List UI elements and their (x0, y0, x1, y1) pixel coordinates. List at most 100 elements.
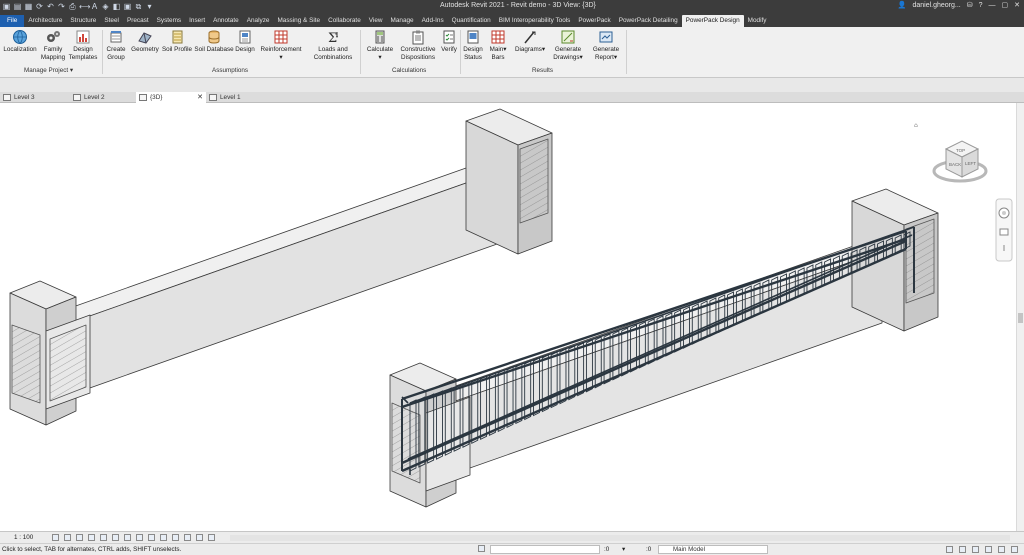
home-icon[interactable]: ⌂ (914, 122, 918, 129)
scale-value[interactable]: 1 : 100 (14, 534, 33, 541)
tab-insert[interactable]: Insert (185, 15, 209, 27)
soil-database-button[interactable]: Soil Database (194, 29, 234, 54)
sync-icon[interactable]: ⟳ (35, 2, 44, 11)
redo-icon[interactable]: ↷ (57, 2, 66, 11)
constructive-dispositions-button[interactable]: Constructive Dispositions (398, 29, 438, 61)
rendering-icon[interactable] (100, 534, 107, 541)
generate-report-button[interactable]: Generate Report▾ (590, 29, 622, 61)
design-templates-button[interactable]: Design Templates (68, 29, 98, 61)
vertical-scrollbar[interactable] (1016, 103, 1024, 531)
undo-icon[interactable]: ↶ (46, 2, 55, 11)
filter-selection-icon[interactable] (1011, 546, 1018, 553)
tab-add-ins[interactable]: Add-Ins (418, 15, 448, 27)
tab-massing-site[interactable]: Massing & Site (273, 15, 324, 27)
tab-modify[interactable]: Modify (744, 15, 771, 27)
analytical-model-icon[interactable] (184, 534, 191, 541)
show-crop-icon[interactable] (124, 534, 131, 541)
design-option-select[interactable]: Main Model (658, 545, 768, 554)
zoom-icon[interactable] (999, 228, 1009, 236)
tab-bim-interoperability[interactable]: BIM Interoperability Tools (495, 15, 575, 27)
close-hidden-icon[interactable]: ▣ (123, 2, 132, 11)
generate-drawings-button[interactable]: Generate Drawings▾ (552, 29, 584, 61)
tab-collaborate[interactable]: Collaborate (324, 15, 365, 27)
calculate-button[interactable]: Calculate ▾ (364, 29, 396, 61)
revit-logo-icon[interactable]: ▣ (2, 2, 11, 11)
tab-view[interactable]: View (365, 15, 387, 27)
loads-combinations-button[interactable]: Σ Loads and Combinations (310, 29, 356, 61)
select-pinned-icon[interactable] (972, 546, 979, 553)
lock-view-icon[interactable] (136, 534, 143, 541)
minimize-icon[interactable]: — (989, 2, 996, 9)
create-group-button[interactable]: Create Group (104, 29, 128, 61)
close-icon[interactable]: ✕ (1014, 1, 1020, 9)
3d-viewport[interactable]: TOP BACK LEFT ⌂ (0, 103, 1016, 531)
tab-powerpack-design[interactable]: PowerPack Design (681, 15, 744, 27)
select-links-icon[interactable] (946, 546, 953, 553)
scroll-thumb[interactable] (1018, 313, 1023, 323)
open-icon[interactable]: ▤ (13, 2, 22, 11)
tab-quantification[interactable]: Quantification (448, 15, 495, 27)
tab-powerpack-detailing[interactable]: PowerPack Detailing (615, 15, 682, 27)
manage-project-panel-label[interactable]: Manage Project ▾ (24, 67, 73, 74)
tab-steel[interactable]: Steel (100, 15, 123, 27)
sigma-icon: Σ (328, 31, 338, 45)
localization-button[interactable]: Localization (2, 29, 38, 54)
cart-icon[interactable]: ⛁ (967, 1, 973, 9)
workset-select[interactable] (490, 545, 600, 554)
design-status-button[interactable]: Design Status (462, 29, 484, 61)
horizontal-scrollbar[interactable] (230, 535, 1010, 541)
verify-button[interactable]: Verify (439, 29, 459, 54)
maximize-icon[interactable]: ▢ (1002, 1, 1009, 9)
qat-dropdown-icon[interactable]: ▾ (145, 2, 154, 11)
view-tab-3d[interactable]: {3D} ✕ (136, 92, 206, 103)
tab-analyze[interactable]: Analyze (243, 15, 274, 27)
family-mapping-button[interactable]: Family Mapping (40, 29, 66, 61)
view-tab-level-3[interactable]: Level 3 (0, 92, 70, 103)
tab-architecture[interactable]: Architecture (24, 15, 66, 27)
save-icon[interactable]: ▦ (24, 2, 33, 11)
worksharing-icon[interactable] (172, 534, 179, 541)
tab-annotate[interactable]: Annotate (209, 15, 243, 27)
signin-icon[interactable]: 👤 (898, 1, 907, 9)
tab-powerpack[interactable]: PowerPack (574, 15, 614, 27)
select-underlay-icon[interactable] (959, 546, 966, 553)
section-icon[interactable]: ◧ (112, 2, 121, 11)
user-name[interactable]: daniel.gheorg... (912, 2, 960, 9)
shadows-icon[interactable] (88, 534, 95, 541)
detail-level-icon[interactable] (52, 534, 59, 541)
main-bars-button[interactable]: Main▾ Bars (486, 29, 510, 61)
constraints-icon[interactable] (208, 534, 215, 541)
model-canvas[interactable]: TOP BACK LEFT ⌂ (0, 103, 1016, 531)
geometry-button[interactable]: Geometry (130, 29, 160, 54)
tab-manage[interactable]: Manage (387, 15, 418, 27)
tab-file[interactable]: File (0, 15, 25, 27)
tab-structure[interactable]: Structure (66, 15, 100, 27)
viewcube[interactable]: TOP BACK LEFT ⌂ (914, 122, 988, 183)
design-button[interactable]: Design (235, 29, 255, 54)
navigation-bar[interactable] (995, 198, 1013, 262)
select-by-face-icon[interactable] (985, 546, 992, 553)
tab-systems[interactable]: Systems (153, 15, 186, 27)
view-tab-level-2[interactable]: Level 2 (70, 92, 136, 103)
switch-windows-icon[interactable]: ⧉ (134, 2, 143, 11)
close-tab-icon[interactable]: ✕ (197, 92, 203, 103)
view-tab-level-1[interactable]: Level 1 (206, 92, 276, 103)
worksets-icon[interactable] (478, 545, 485, 552)
help-button[interactable]: ? (979, 2, 983, 9)
text-icon[interactable]: A (90, 2, 99, 11)
measure-icon[interactable]: ⟷ (79, 2, 90, 11)
reveal-hidden-icon[interactable] (160, 534, 167, 541)
temp-hide-icon[interactable] (148, 534, 155, 541)
visual-style-icon[interactable] (64, 534, 71, 541)
print-icon[interactable]: ⎙ (68, 2, 77, 11)
drag-elements-icon[interactable] (998, 546, 1005, 553)
tab-precast[interactable]: Precast (123, 15, 153, 27)
sun-path-icon[interactable] (76, 534, 83, 541)
highlight-displacement-icon[interactable] (196, 534, 203, 541)
soil-profile-button[interactable]: Soil Profile (161, 29, 193, 54)
diagrams-button[interactable]: Diagrams▾ (514, 29, 546, 54)
crop-view-icon[interactable] (112, 534, 119, 541)
filter-icon[interactable]: ▾ (622, 546, 625, 553)
3d-view-icon[interactable]: ◈ (101, 2, 110, 11)
reinforcement-button[interactable]: Reinforcement ▾ (258, 29, 304, 61)
